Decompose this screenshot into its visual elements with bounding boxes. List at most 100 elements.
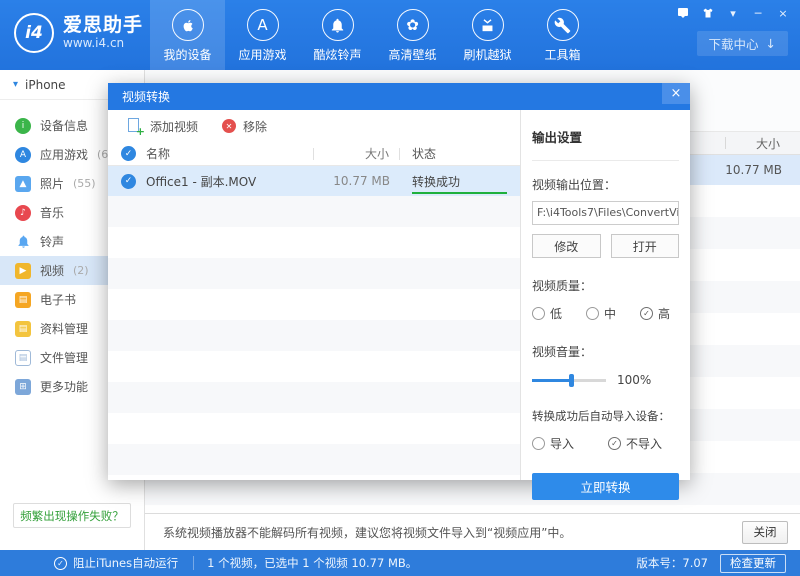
- radio-icon: [532, 307, 545, 320]
- dialog-title: 视频转换: [122, 88, 170, 105]
- app-logo: i4 爱思助手 www.i4.cn: [14, 13, 143, 53]
- video-icon: ▶: [15, 263, 31, 279]
- selection-summary: 1 个视频，已选中 1 个视频 10.77 MB。: [207, 555, 417, 571]
- table-row[interactable]: ✓ Office1 - 副本.MOV 10.77 MB 转换成功: [108, 166, 520, 196]
- statusbar-divider: [193, 556, 194, 570]
- remove-label: 移除: [243, 118, 267, 135]
- notice-close-button[interactable]: 关闭: [742, 521, 788, 544]
- app-url: www.i4.cn: [63, 36, 143, 51]
- volume-value: 100%: [617, 373, 651, 387]
- empty-table-rows: [108, 196, 520, 480]
- menu-chevron-icon[interactable]: ▾: [726, 6, 740, 20]
- apple-icon: [172, 9, 204, 41]
- nav-my-device[interactable]: 我的设备: [150, 0, 225, 70]
- remove-button[interactable]: ✕ 移除: [222, 118, 267, 135]
- notice-bar: 系统视频播放器不能解码所有视频，建议您将视频文件导入到“视频应用”中。 关闭: [145, 513, 800, 550]
- radio-checked-icon: ✓: [640, 307, 653, 320]
- slider-fill: [532, 379, 572, 382]
- size-column-header[interactable]: 大小: [314, 145, 399, 162]
- info-icon: i: [15, 118, 31, 134]
- nav-ringtones[interactable]: 酷炫铃声: [300, 0, 375, 70]
- auto-import-label: 转换成功后自动导入设备：: [532, 408, 679, 424]
- top-bar: i4 爱思助手 www.i4.cn 我的设备 A 应用游戏 酷炫铃声 ✿ 高清壁…: [0, 0, 800, 70]
- frequent-failure-help-button[interactable]: 频繁出现操作失败？: [13, 503, 131, 528]
- output-path-input[interactable]: F:\i4Tools7\Files\ConvertVideo: [532, 201, 679, 225]
- radio-checked-icon: ✓: [608, 437, 621, 450]
- download-center-button[interactable]: 下载中心 ↓: [697, 31, 789, 56]
- no-import-radio[interactable]: ✓ 不导入: [608, 435, 662, 452]
- name-column-header[interactable]: 名称: [146, 145, 313, 162]
- remove-icon: ✕: [222, 119, 236, 133]
- output-settings-title: 输出设置: [532, 110, 679, 161]
- slider-thumb[interactable]: [569, 374, 574, 387]
- sidebar-item-label: 文件管理: [40, 349, 88, 366]
- video-quality-label: 视频质量：: [532, 277, 679, 294]
- nav-toolbox[interactable]: 工具箱: [525, 0, 600, 70]
- quality-high-radio[interactable]: ✓ 高: [640, 305, 670, 322]
- dialog-toolbar: + 添加视频 ✕ 移除: [108, 110, 520, 142]
- table-header: ✓ 名称 大小 状态: [108, 142, 520, 166]
- chevron-down-icon: ▾: [13, 79, 18, 90]
- window-controls: ▾ ─ ×: [676, 6, 790, 20]
- sidebar-item-label: 应用游戏: [40, 146, 88, 163]
- feedback-icon[interactable]: [676, 6, 690, 20]
- open-button[interactable]: 打开: [611, 234, 680, 258]
- book-icon: ▤: [15, 292, 31, 308]
- sidebar-item-label: 视频: [40, 262, 64, 279]
- convert-list-pane: + 添加视频 ✕ 移除 ✓ 名称 大小 状态 ✓ Office1 - 副本.: [108, 110, 520, 480]
- music-icon: ♪: [15, 205, 31, 221]
- video-status: 转换成功: [400, 166, 520, 196]
- check-update-button[interactable]: 检查更新: [720, 554, 786, 573]
- theme-shirt-icon[interactable]: [701, 6, 715, 20]
- sidebar-item-label: 电子书: [40, 291, 76, 308]
- minimize-icon[interactable]: ─: [751, 6, 765, 20]
- main-nav: 我的设备 A 应用游戏 酷炫铃声 ✿ 高清壁纸 刷机越狱 工具箱: [150, 0, 600, 70]
- select-all-checkbox[interactable]: ✓: [121, 146, 136, 161]
- check-circle-icon: ✓: [54, 557, 67, 570]
- nav-label: 酷炫铃声: [313, 46, 361, 63]
- size-column-header[interactable]: 大小: [756, 135, 780, 152]
- quality-low-radio[interactable]: 低: [532, 305, 562, 322]
- status-column-header[interactable]: 状态: [400, 142, 520, 165]
- status-bar: ✓ 阻止iTunes自动运行 1 个视频，已选中 1 个视频 10.77 MB。…: [0, 550, 800, 576]
- nav-label: 我的设备: [163, 46, 211, 63]
- block-itunes-toggle[interactable]: ✓ 阻止iTunes自动运行: [0, 555, 178, 571]
- row-checkbox[interactable]: ✓: [121, 174, 136, 189]
- volume-slider[interactable]: [532, 379, 606, 382]
- nav-label: 应用游戏: [238, 46, 286, 63]
- video-convert-dialog: 视频转换 × + 添加视频 ✕ 移除 ✓ 名称 大小: [108, 83, 690, 480]
- appstore-icon: A: [247, 9, 279, 41]
- modify-button[interactable]: 修改: [532, 234, 601, 258]
- sidebar-item-label: 音乐: [40, 204, 64, 221]
- sidebar-item-label: 更多功能: [40, 378, 88, 395]
- convert-now-button[interactable]: 立即转换: [532, 473, 679, 500]
- add-video-button[interactable]: + 添加视频: [128, 118, 198, 135]
- photo-icon: ▲: [15, 176, 31, 192]
- item-count: (55): [73, 177, 96, 190]
- video-volume-label: 视频音量：: [532, 343, 679, 360]
- box-icon: [472, 9, 504, 41]
- download-label: 下载中心: [709, 34, 759, 53]
- add-video-label: 添加视频: [150, 118, 198, 135]
- device-name: iPhone: [25, 78, 66, 92]
- row-size-value: 10.77 MB: [725, 163, 782, 177]
- dialog-close-icon[interactable]: ×: [662, 83, 690, 104]
- sidebar-item-label: 设备信息: [40, 117, 88, 134]
- quality-medium-radio[interactable]: 中: [586, 305, 616, 322]
- import-radio[interactable]: 导入: [532, 435, 574, 452]
- sidebar-item-label: 铃声: [40, 233, 64, 250]
- nav-flash-jailbreak[interactable]: 刷机越狱: [450, 0, 525, 70]
- appstore-icon: A: [15, 147, 31, 163]
- file-icon: ▤: [15, 350, 31, 366]
- app-title: 爱思助手: [63, 15, 143, 36]
- nav-wallpapers[interactable]: ✿ 高清壁纸: [375, 0, 450, 70]
- dialog-titlebar: 视频转换 ×: [108, 83, 690, 110]
- bell-icon: [322, 9, 354, 41]
- add-video-icon: +: [128, 118, 143, 134]
- nav-app-games[interactable]: A 应用游戏: [225, 0, 300, 70]
- bell-icon: [15, 234, 31, 250]
- wrench-icon: [547, 9, 579, 41]
- nav-label: 工具箱: [544, 46, 580, 63]
- notice-text: 系统视频播放器不能解码所有视频，建议您将视频文件导入到“视频应用”中。: [163, 524, 571, 541]
- close-window-icon[interactable]: ×: [776, 6, 790, 20]
